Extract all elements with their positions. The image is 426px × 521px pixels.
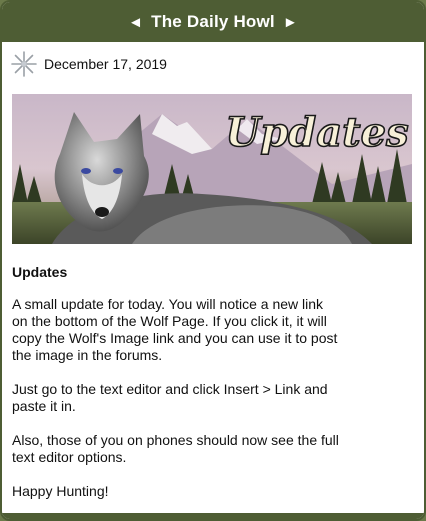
post-paragraph-1: A small update for today. You will notic… [12, 296, 338, 363]
post-content: Updates A small update for today. You wi… [2, 264, 424, 500]
post-paragraph-2: Just go to the text editor and click Ins… [12, 381, 328, 414]
previous-arrow-icon[interactable]: ◄ [128, 15, 143, 30]
news-title: The Daily Howl [151, 12, 275, 31]
snowflake-icon [8, 48, 40, 80]
banner-updates-text: Updates [225, 109, 408, 156]
news-header: ◄ The Daily Howl ► [2, 2, 424, 42]
post-date-row: December 17, 2019 [2, 42, 424, 86]
post-paragraph-4: Happy Hunting! [12, 483, 109, 499]
card-footer-bar [2, 513, 424, 519]
post-heading: Updates [12, 264, 68, 280]
news-card: ◄ The Daily Howl ► December 17, 2019 Upd… [0, 0, 426, 521]
post-paragraph-3: Also, those of you on phones should now … [12, 432, 339, 465]
post-date: December 17, 2019 [44, 56, 167, 72]
next-arrow-icon[interactable]: ► [283, 15, 298, 30]
updates-banner-image: Updates [12, 94, 412, 244]
